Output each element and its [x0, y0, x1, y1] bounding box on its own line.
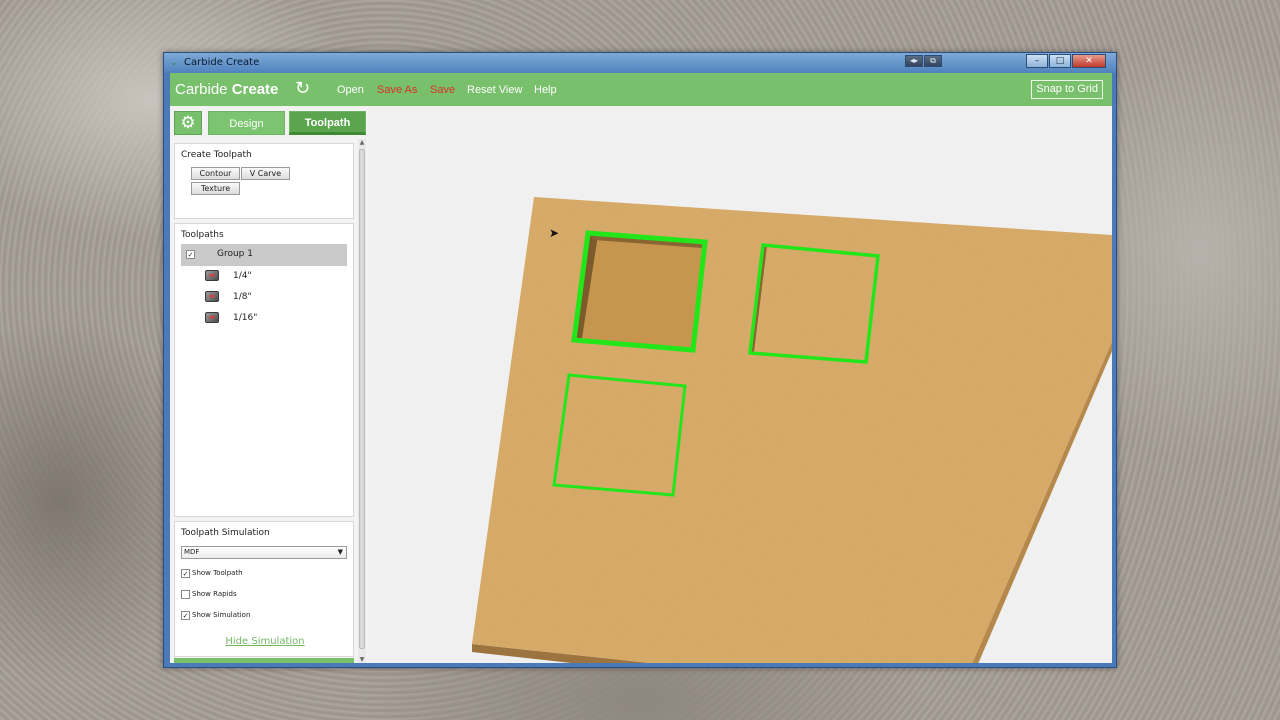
simulation-title: Toolpath Simulation [181, 528, 270, 538]
show-simulation-checkbox[interactable]: ✓ [181, 611, 190, 620]
window-title: Carbide Create [184, 57, 260, 68]
create-toolpath-title: Create Toolpath [181, 150, 252, 160]
snap-to-grid-button[interactable]: Snap to Grid [1031, 80, 1103, 99]
toolpaths-title: Toolpaths [181, 230, 224, 240]
app-client: Carbide Create ↻ Open Save As Save Reset… [170, 73, 1112, 663]
show-toolpath-label: Show Toolpath [192, 569, 243, 577]
left-panel-scrollbar[interactable]: ▲ ▼ [358, 139, 366, 663]
close-icon[interactable]: ✕ [1072, 54, 1106, 68]
stock-top-face [472, 197, 1112, 663]
help-menu[interactable]: Help [534, 84, 557, 96]
refresh-icon[interactable]: ↻ [295, 79, 315, 99]
app-icon: ⌄ [170, 58, 178, 68]
cursor-icon: ➤ [549, 226, 560, 240]
scroll-thumb[interactable] [359, 149, 365, 649]
tool-icon: ▬ [205, 270, 219, 281]
tool-icon: ▬ [205, 291, 219, 302]
stock-simulation-view[interactable] [368, 106, 1112, 663]
toolpath-group-row[interactable]: ✓ Group 1 [181, 244, 347, 266]
open-menu[interactable]: Open [337, 84, 364, 96]
minimize-icon[interactable]: – [1026, 54, 1048, 68]
menu-bar: Carbide Create ↻ Open Save As Save Reset… [170, 73, 1112, 106]
contour-button[interactable]: Contour [191, 167, 240, 180]
brand-logo: Carbide Create [175, 81, 278, 98]
scroll-up-icon[interactable]: ▲ [358, 139, 366, 146]
gear-icon[interactable]: ⚙ [174, 111, 202, 135]
title-bar[interactable]: ⌄ Carbide Create ◂▸ ⧉ – □ ✕ [164, 53, 1116, 73]
title-extra-buttons: ◂▸ ⧉ [904, 55, 942, 67]
show-toolpath-checkbox[interactable]: ✓ [181, 569, 190, 578]
save-as-menu[interactable]: Save As [377, 84, 417, 96]
restore-layout-icon[interactable]: ◂▸ [905, 55, 923, 67]
material-value: MDF [184, 548, 200, 556]
vcarve-button[interactable]: V Carve [241, 167, 290, 180]
panel-bottom-strip [174, 658, 354, 663]
show-simulation-label: Show Simulation [192, 611, 251, 619]
material-select[interactable]: MDF ▼ [181, 546, 347, 559]
scroll-down-icon[interactable]: ▼ [358, 656, 366, 663]
toolpath-item-label: 1/8" [233, 292, 252, 302]
save-menu[interactable]: Save [430, 84, 455, 96]
hide-simulation-link[interactable]: Hide Simulation [175, 636, 355, 647]
group-label: Group 1 [217, 249, 253, 259]
toolpaths-panel: Toolpaths ✓ Group 1 ▬ 1/4" ▬ 1/8" ▬ 1/16… [174, 223, 354, 517]
group-checkbox[interactable]: ✓ [186, 250, 195, 259]
show-rapids-checkbox[interactable] [181, 590, 190, 599]
show-rapids-label: Show Rapids [192, 590, 237, 598]
tool-icon: ▬ [205, 312, 219, 323]
create-toolpath-panel: Create Toolpath Contour V Carve Texture [174, 143, 354, 219]
app-window: ⌄ Carbide Create ◂▸ ⧉ – □ ✕ Carbide Crea… [163, 52, 1117, 668]
tab-design[interactable]: Design [208, 111, 285, 135]
toolpath-simulation-panel: Toolpath Simulation MDF ▼ ✓ Show Toolpat… [174, 521, 354, 657]
left-panel: Create Toolpath Contour V Carve Texture … [174, 139, 358, 663]
brand-light: Carbide [175, 81, 228, 98]
brand-bold: Create [231, 81, 279, 98]
window-controls: – □ ✕ [1025, 54, 1106, 68]
tab-toolpath[interactable]: Toolpath [289, 111, 366, 135]
texture-button[interactable]: Texture [191, 182, 240, 195]
toolpath-item-label: 1/16" [233, 313, 258, 323]
chevron-down-icon: ▼ [337, 548, 343, 556]
maximize-icon[interactable]: □ [1049, 54, 1071, 68]
window-switch-icon[interactable]: ⧉ [924, 55, 942, 67]
reset-view-menu[interactable]: Reset View [467, 84, 522, 96]
toolpath-item-label: 1/4" [233, 271, 252, 281]
3d-viewport[interactable]: ➤ [368, 106, 1112, 663]
